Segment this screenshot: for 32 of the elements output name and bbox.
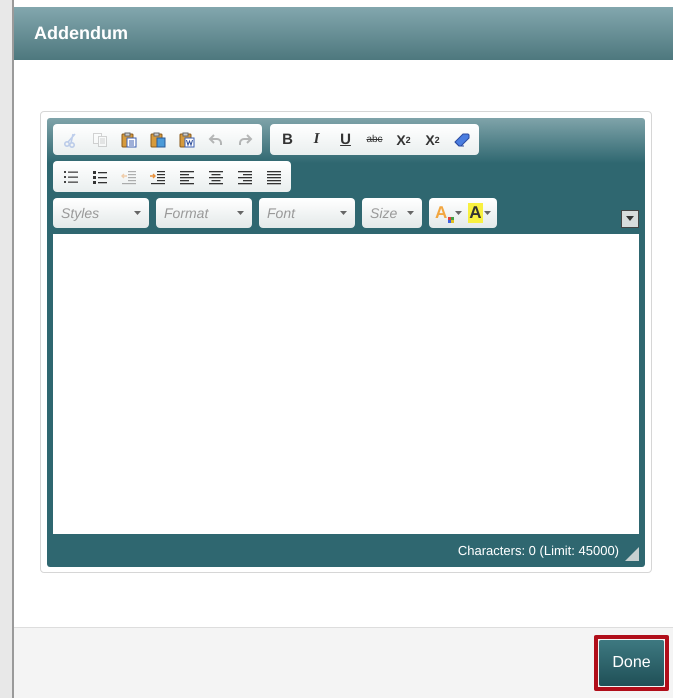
caret-icon [340,211,347,215]
caret-icon [407,211,414,215]
caret-icon [134,211,141,215]
color-swatch-icon [448,217,454,223]
bulleted-list-icon[interactable] [92,168,108,184]
numbered-list-icon[interactable] [62,168,78,184]
caret-icon [455,211,462,215]
clipboard-icon[interactable] [150,132,166,148]
italic-button[interactable]: I [302,128,331,152]
clipboard-icon[interactable] [178,132,194,148]
eraser-icon[interactable] [454,132,470,148]
dropdown-placeholder: Styles [61,205,100,221]
justify-icon[interactable] [266,168,282,184]
dropdown-placeholder: Size [370,205,398,221]
resize-grip-icon[interactable] [625,547,639,561]
character-count: Characters: 0 (Limit: 45000) [458,542,619,558]
dropdown-placeholder: Font [267,205,296,221]
dropdown-placeholder: Format [164,205,208,221]
align-center-icon[interactable] [208,168,224,184]
maximize-icon[interactable] [621,210,639,228]
bold-button[interactable]: B [273,128,302,152]
strikethrough-button[interactable]: abc [360,128,389,152]
caret-icon [237,211,244,215]
align-left-icon[interactable] [178,168,194,184]
script-button[interactable]: X$^{2}$ [418,128,447,152]
underline-button[interactable]: U [331,128,360,152]
indent-icon[interactable] [150,168,166,184]
caret-icon [484,211,491,215]
done-button[interactable]: Done [599,640,664,686]
clipboard-icon[interactable] [120,132,136,148]
align-right-icon[interactable] [236,168,252,184]
dialog-title: Addendum [34,23,128,44]
